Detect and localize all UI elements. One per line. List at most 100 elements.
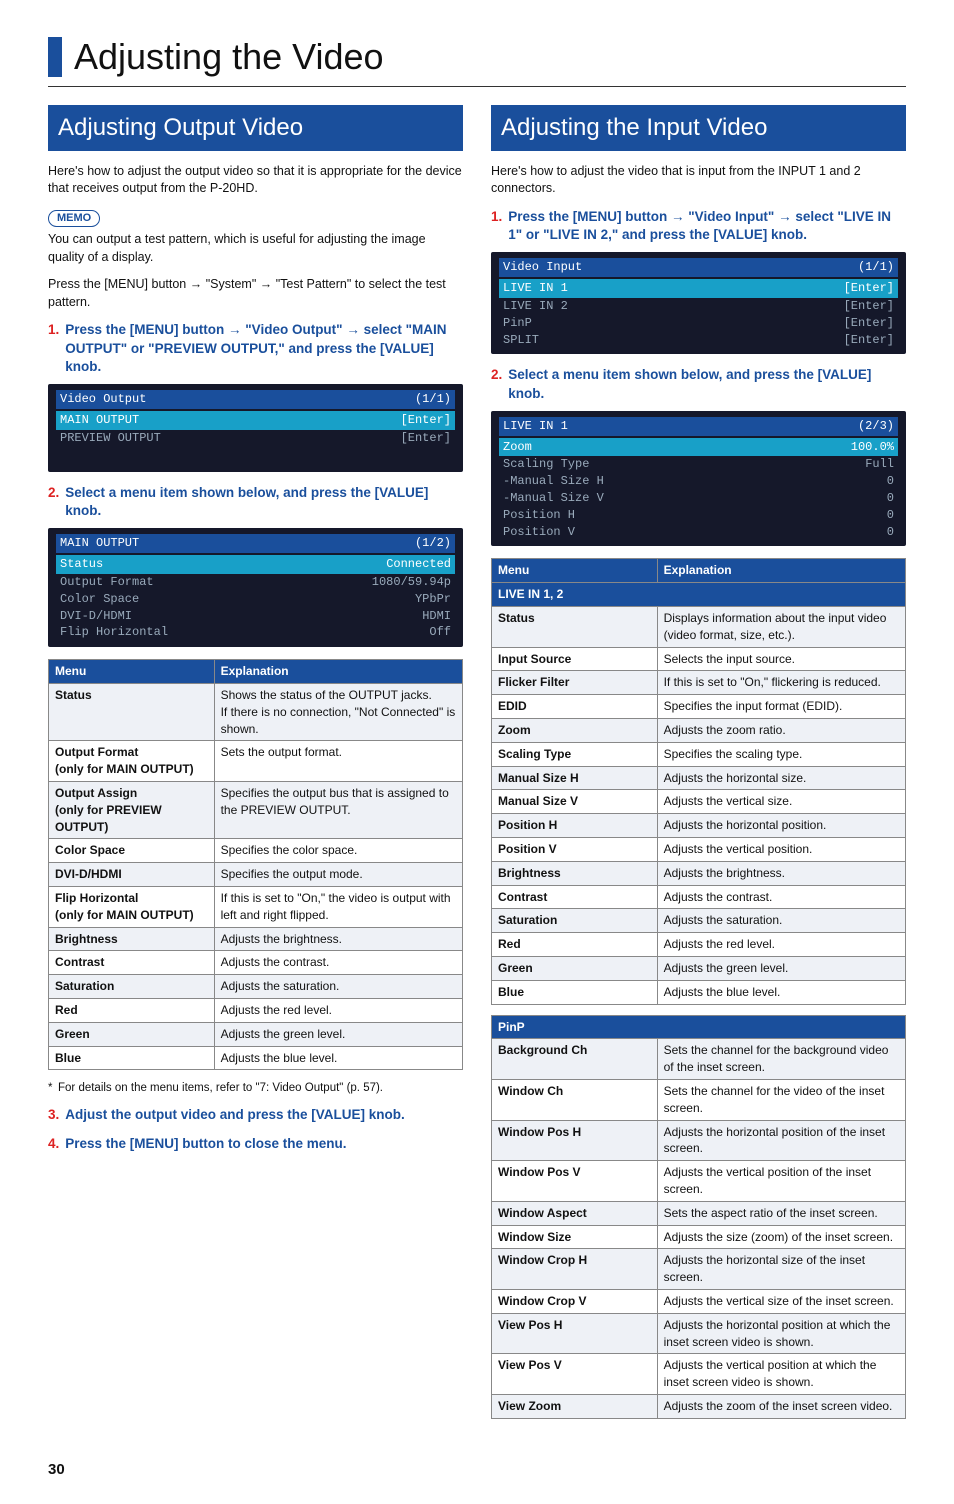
table-row: Color SpaceSpecifies the color space.: [49, 839, 463, 863]
subhead-live: LIVE IN 1, 2: [492, 583, 906, 607]
menu-cell: Brightness: [492, 861, 658, 885]
explanation-cell: Adjusts the vertical position at which t…: [657, 1354, 905, 1395]
explanation-cell: Sets the output format.: [214, 741, 462, 782]
col-explanation: Explanation: [214, 660, 462, 684]
input-step-1: 1. Press the [MENU] button → "Video Inpu…: [491, 208, 906, 244]
menu-cell: Color Space: [49, 839, 215, 863]
menu-cell: Saturation: [49, 975, 215, 999]
explanation-cell: Adjusts the blue level.: [214, 1046, 462, 1070]
menu-cell: Position V: [492, 837, 658, 861]
memo-text-2: Press the [MENU] button → "System" → "Te…: [48, 276, 463, 311]
osd-row: Color SpaceYPbPr: [56, 591, 455, 608]
table-row: Manual Size HAdjusts the horizontal size…: [492, 766, 906, 790]
explanation-cell: Adjusts the contrast.: [214, 951, 462, 975]
explanation-cell: Specifies the output bus that is assigne…: [214, 782, 462, 839]
output-step-4: 4. Press the [MENU] button to close the …: [48, 1135, 463, 1154]
table-row: ContrastAdjusts the contrast.: [492, 885, 906, 909]
memo-badge: MEMO: [48, 210, 100, 227]
osd-row: DVI-D/HDMIHDMI: [56, 608, 455, 625]
step-text: Press the [MENU] button to close the men…: [65, 1135, 346, 1154]
table-row: Scaling TypeSpecifies the scaling type.: [492, 742, 906, 766]
menu-cell: Blue: [49, 1046, 215, 1070]
menu-cell: Scaling Type: [492, 742, 658, 766]
menu-cell: Manual Size H: [492, 766, 658, 790]
menu-cell: Red: [492, 933, 658, 957]
osd-row: PREVIEW OUTPUT[Enter]: [56, 430, 455, 447]
explanation-cell: Adjusts the contrast.: [657, 885, 905, 909]
menu-cell: View Pos V: [492, 1354, 658, 1395]
menu-cell: Window Pos H: [492, 1120, 658, 1161]
table-row: BrightnessAdjusts the brightness.: [492, 861, 906, 885]
menu-cell: Green: [49, 1022, 215, 1046]
explanation-cell: Adjusts the zoom ratio.: [657, 719, 905, 743]
menu-cell: Status: [49, 684, 215, 741]
osd-rows: PREVIEW OUTPUT[Enter]: [56, 430, 455, 447]
explanation-cell: Sets the aspect ratio of the inset scree…: [657, 1201, 905, 1225]
explanation-cell: Specifies the output mode.: [214, 863, 462, 887]
osd-row: PinP[Enter]: [499, 315, 898, 332]
input-live-table: Menu Explanation LIVE IN 1, 2 StatusDisp…: [491, 558, 906, 1004]
osd-row: SPLIT[Enter]: [499, 332, 898, 349]
menu-cell: Background Ch: [492, 1039, 658, 1080]
table-row: View Pos VAdjusts the vertical position …: [492, 1354, 906, 1395]
col-menu: Menu: [492, 559, 658, 583]
section-heading-input: Adjusting the Input Video: [491, 105, 906, 151]
table-row: Window Pos VAdjusts the vertical positio…: [492, 1161, 906, 1202]
menu-cell: Window Aspect: [492, 1201, 658, 1225]
table-row: BrightnessAdjusts the brightness.: [49, 927, 463, 951]
table-row: View Pos HAdjusts the horizontal positio…: [492, 1313, 906, 1354]
menu-cell: Blue: [492, 980, 658, 1004]
osd-live-in-1: LIVE IN 1(2/3) Zoom100.0% Scaling TypeFu…: [491, 411, 906, 547]
section-heading-output: Adjusting Output Video: [48, 105, 463, 151]
menu-cell: Window Crop H: [492, 1249, 658, 1290]
explanation-cell: Adjusts the brightness.: [657, 861, 905, 885]
menu-cell: Output Format(only for MAIN OUTPUT): [49, 741, 215, 782]
explanation-cell: Specifies the scaling type.: [657, 742, 905, 766]
table-row: Window AspectSets the aspect ratio of th…: [492, 1201, 906, 1225]
output-menu-table: Menu Explanation StatusShows the status …: [48, 659, 463, 1070]
table-row: BlueAdjusts the blue level.: [492, 980, 906, 1004]
explanation-cell: Adjusts the horizontal position.: [657, 814, 905, 838]
table-row: SaturationAdjusts the saturation.: [49, 975, 463, 999]
explanation-cell: Adjusts the zoom of the inset screen vid…: [657, 1394, 905, 1418]
menu-cell: Saturation: [492, 909, 658, 933]
explanation-cell: Adjusts the saturation.: [657, 909, 905, 933]
explanation-cell: Adjusts the horizontal size of the inset…: [657, 1249, 905, 1290]
table-row: BlueAdjusts the blue level.: [49, 1046, 463, 1070]
menu-cell: Window Pos V: [492, 1161, 658, 1202]
input-pinp-table: PinP Background ChSets the channel for t…: [491, 1015, 906, 1419]
menu-cell: Output Assign(only for PREVIEW OUTPUT): [49, 782, 215, 839]
explanation-cell: Adjusts the green level.: [214, 1022, 462, 1046]
page-title: Adjusting the Video: [48, 32, 906, 82]
osd-row: LIVE IN 2[Enter]: [499, 298, 898, 315]
step-number: 2.: [48, 484, 59, 520]
explanation-cell: If this is set to "On," the video is out…: [214, 887, 462, 928]
explanation-cell: Sets the channel for the video of the in…: [657, 1079, 905, 1120]
explanation-cell: Specifies the color space.: [214, 839, 462, 863]
explanation-cell: Adjusts the green level.: [657, 956, 905, 980]
menu-cell: Contrast: [492, 885, 658, 909]
output-step-2: 2. Select a menu item shown below, and p…: [48, 484, 463, 520]
table-row: EDIDSpecifies the input format (EDID).: [492, 695, 906, 719]
step-text: Select a menu item shown below, and pres…: [65, 484, 463, 520]
menu-cell: Window Size: [492, 1225, 658, 1249]
osd-video-input: Video Input(1/1) LIVE IN 1[Enter] LIVE I…: [491, 252, 906, 354]
menu-cell: Red: [49, 999, 215, 1023]
menu-cell: Position H: [492, 814, 658, 838]
osd-video-output: Video Output(1/1) MAIN OUTPUT[Enter] PRE…: [48, 384, 463, 472]
explanation-cell: Adjusts the vertical position of the ins…: [657, 1161, 905, 1202]
step-text: Select a menu item shown below, and pres…: [508, 366, 906, 402]
explanation-cell: Adjusts the brightness.: [214, 927, 462, 951]
explanation-cell: Adjusts the saturation.: [214, 975, 462, 999]
osd-row: Position H0: [499, 507, 898, 524]
page-number: 30: [48, 1459, 906, 1480]
explanation-cell: Adjusts the vertical size.: [657, 790, 905, 814]
explanation-cell: Specifies the input format (EDID).: [657, 695, 905, 719]
step-number: 2.: [491, 366, 502, 402]
explanation-cell: Adjusts the horizontal position of the i…: [657, 1120, 905, 1161]
step-number: 4.: [48, 1135, 59, 1154]
menu-cell: Window Ch: [492, 1079, 658, 1120]
table-row: GreenAdjusts the green level.: [492, 956, 906, 980]
explanation-cell: Adjusts the vertical size of the inset s…: [657, 1289, 905, 1313]
table-row: GreenAdjusts the green level.: [49, 1022, 463, 1046]
